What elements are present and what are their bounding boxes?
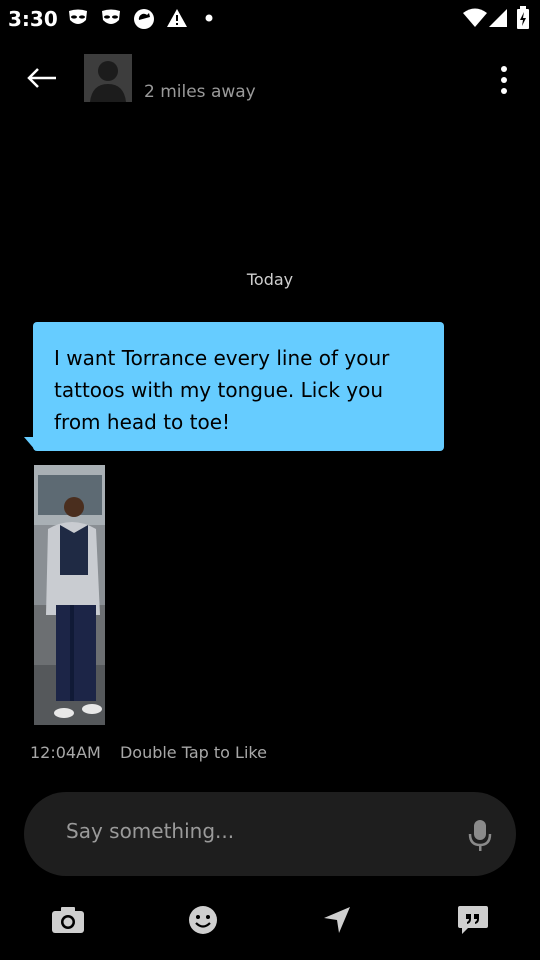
back-arrow-icon <box>27 68 56 88</box>
bottom-toolbar <box>0 890 540 950</box>
camera-icon <box>52 907 84 933</box>
photo-message[interactable] <box>34 465 105 725</box>
mask-icon <box>69 9 87 24</box>
battery-icon <box>517 6 529 29</box>
location-icon <box>324 907 350 933</box>
signal-icon <box>489 9 507 27</box>
double-tap-like-hint[interactable]: Double Tap to Like <box>120 743 267 762</box>
microphone-icon <box>468 820 492 851</box>
dot-icon <box>205 14 213 22</box>
back-button[interactable] <box>18 58 66 98</box>
sync-icon <box>134 9 154 29</box>
profile-distance: 2 miles away <box>144 82 256 102</box>
warning-icon <box>167 9 187 27</box>
microphone-button[interactable] <box>464 814 496 854</box>
more-options-button[interactable] <box>488 60 520 100</box>
mask-icon <box>102 9 120 24</box>
saved-phrases-button[interactable] <box>451 898 495 942</box>
message-input[interactable]: Say something... <box>66 819 234 843</box>
quote-icon <box>458 906 488 934</box>
status-time: 3:30 <box>8 7 58 31</box>
message-time: 12:04AM <box>30 743 101 762</box>
message-bubble-tail <box>24 437 36 451</box>
send-location-button[interactable] <box>315 898 359 942</box>
message-text: I want Torrance every line of your tatto… <box>54 346 390 434</box>
camera-button[interactable] <box>46 898 90 942</box>
message-bubble[interactable]: I want Torrance every line of your tatto… <box>33 322 444 451</box>
more-vertical-icon <box>501 66 507 94</box>
shared-photo <box>34 465 105 725</box>
status-bar: 3:30 <box>0 0 540 36</box>
avatar-placeholder-icon <box>84 54 132 102</box>
message-composer[interactable]: Say something... <box>24 792 516 876</box>
profile-avatar[interactable] <box>84 54 132 102</box>
date-separator: Today <box>246 270 294 289</box>
wifi-icon <box>463 8 487 27</box>
conversation-header: 2 miles away <box>0 36 540 126</box>
emoji-button[interactable] <box>181 898 225 942</box>
emoji-icon <box>189 906 217 934</box>
message-meta: 12:04AM Double Tap to Like <box>30 743 281 762</box>
